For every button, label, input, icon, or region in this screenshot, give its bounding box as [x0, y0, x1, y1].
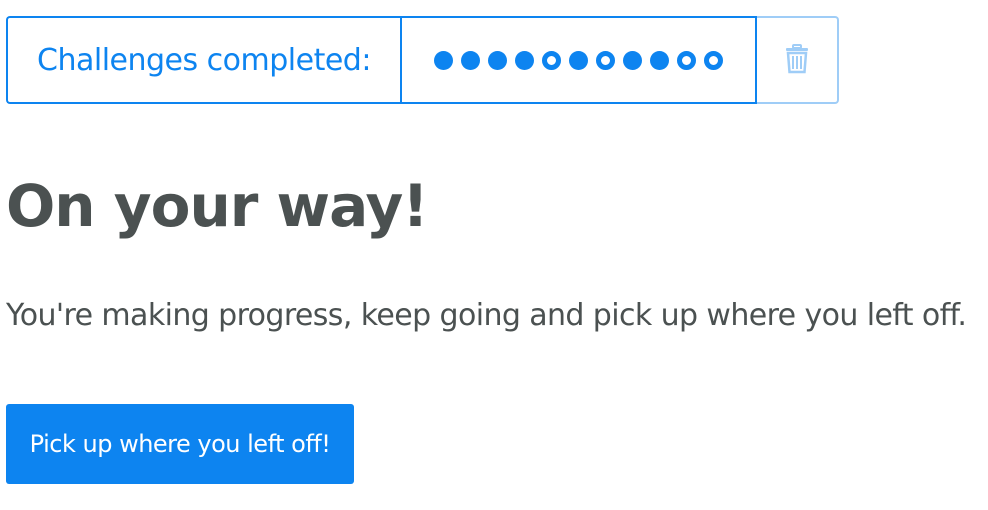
challenge-dot-completed: [569, 50, 588, 70]
challenge-dot-incomplete: [677, 50, 696, 70]
progress-message: You're making progress, keep going and p…: [6, 298, 967, 333]
resume-button[interactable]: Pick up where you left off!: [6, 404, 354, 484]
challenge-dot-completed: [434, 50, 453, 70]
challenge-dot-completed: [488, 50, 507, 70]
challenge-dot-completed: [650, 50, 669, 70]
reset-progress-button[interactable]: [757, 16, 839, 104]
challenge-progress-dots: [400, 16, 757, 104]
challenge-dot-completed: [461, 50, 480, 70]
challenge-dot-incomplete: [542, 50, 561, 70]
page-headline: On your way!: [6, 172, 429, 240]
trash-icon: [785, 43, 809, 77]
challenge-dot-incomplete: [596, 50, 615, 70]
challenge-dot-completed: [623, 50, 642, 70]
challenge-dot-completed: [515, 50, 534, 70]
challenge-dot-incomplete: [704, 50, 723, 70]
challenges-completed-label: Challenges completed:: [6, 16, 400, 104]
challenge-progress-bar: Challenges completed:: [6, 16, 839, 104]
